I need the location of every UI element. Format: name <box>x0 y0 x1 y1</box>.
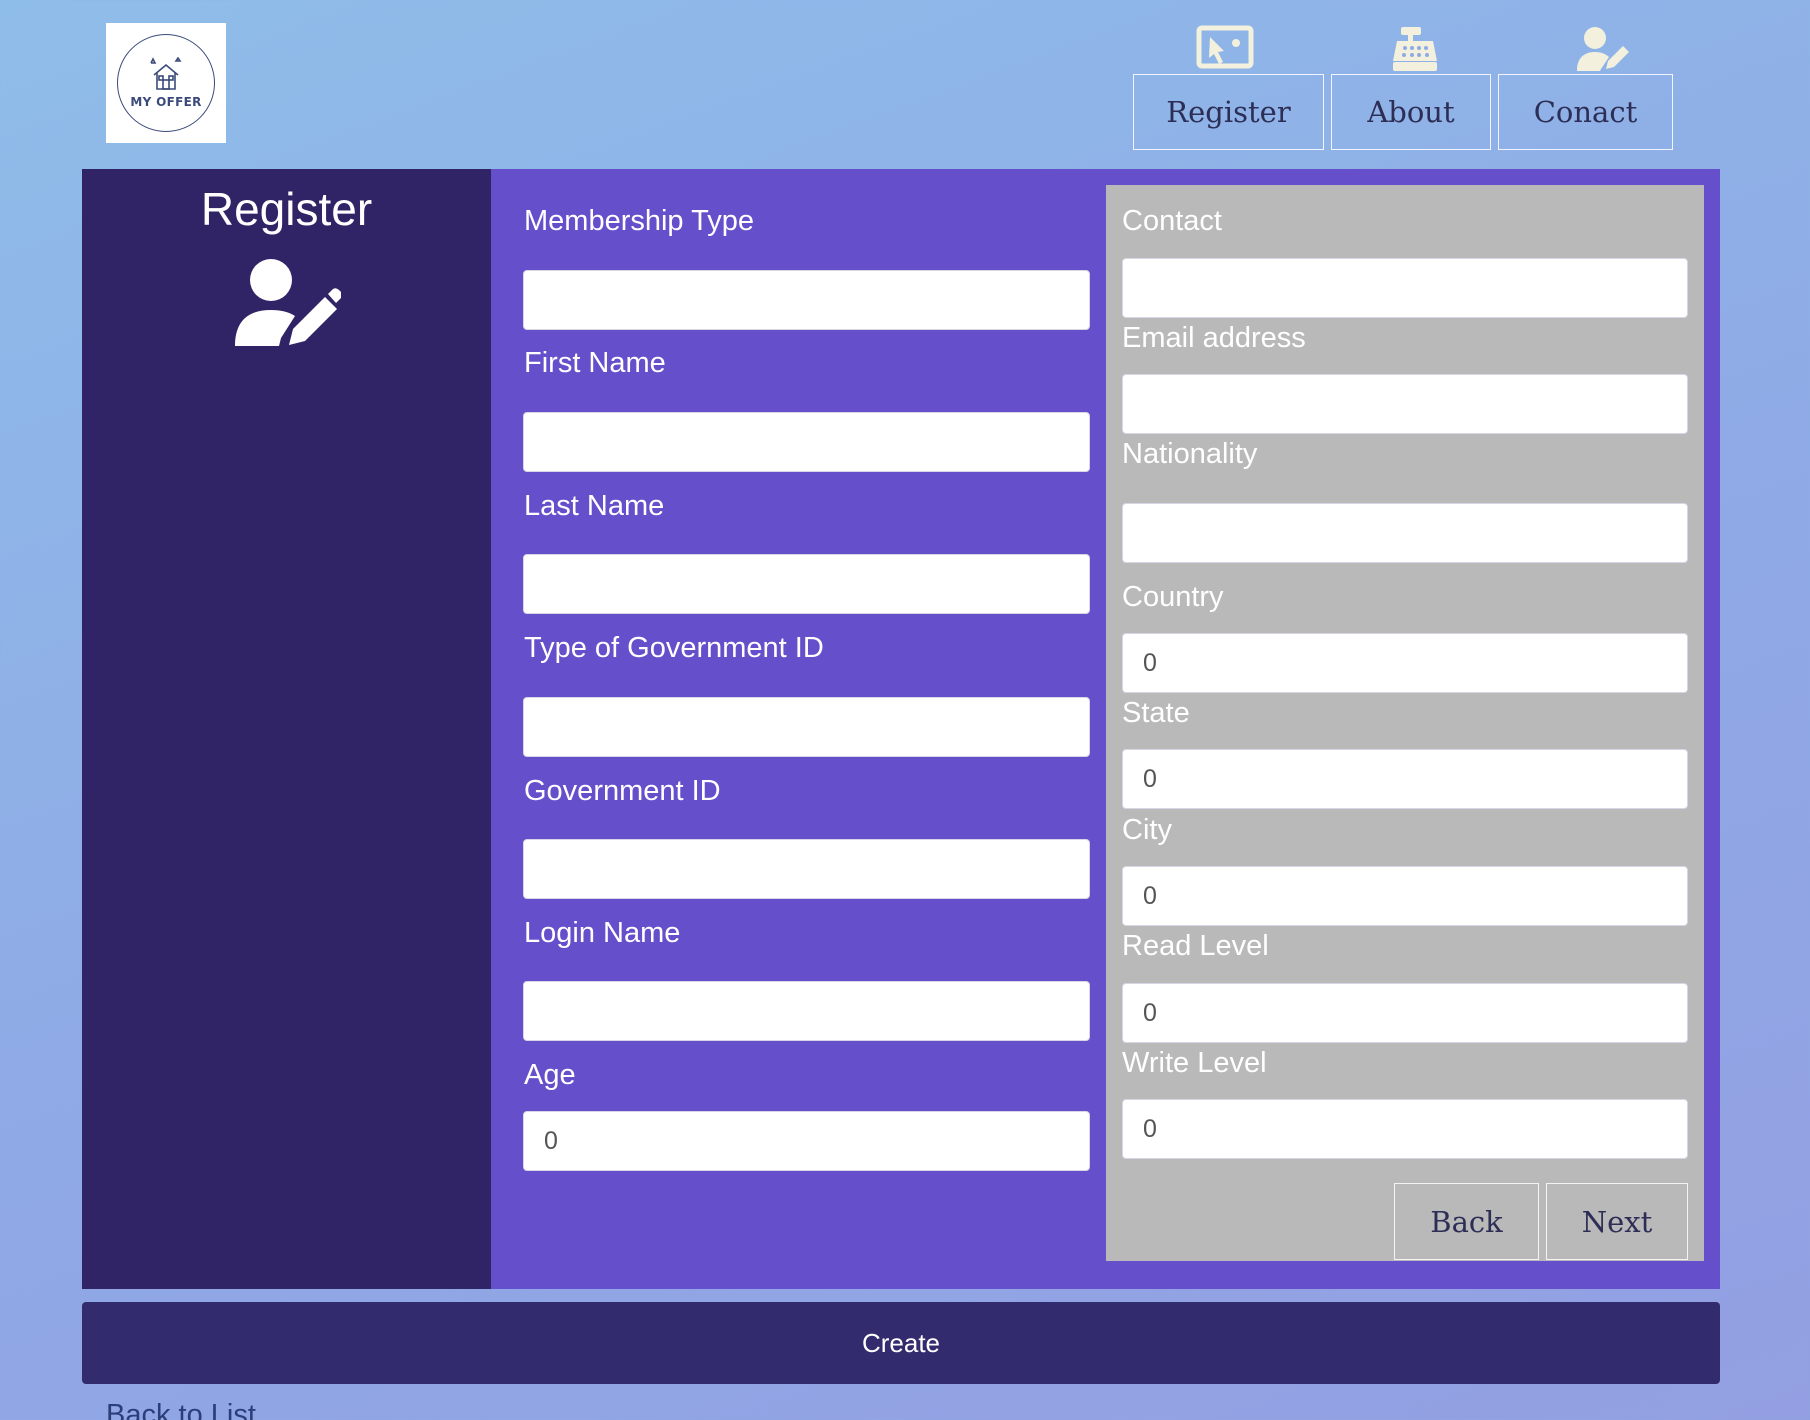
create-button[interactable]: Create <box>82 1302 1720 1384</box>
country-label: Country <box>1122 581 1224 613</box>
nav-about-button[interactable]: About <box>1331 74 1491 150</box>
nav-register-button[interactable]: Register <box>1133 74 1324 150</box>
email-input[interactable] <box>1122 374 1688 434</box>
country-input[interactable] <box>1122 633 1688 693</box>
back-button[interactable]: Back <box>1394 1183 1539 1260</box>
logo-text: MY OFFER <box>130 95 202 109</box>
page-title: Register <box>200 183 373 235</box>
contact-input[interactable] <box>1122 258 1688 318</box>
state-input[interactable] <box>1122 749 1688 809</box>
email-label: Email address <box>1122 322 1306 354</box>
age-label: Age <box>524 1059 576 1091</box>
government-id-type-label: Type of Government ID <box>524 632 824 664</box>
nav-contact-button[interactable]: Conact <box>1498 74 1673 150</box>
last-name-input[interactable] <box>523 554 1090 614</box>
age-input[interactable] <box>523 1111 1090 1171</box>
city-label: City <box>1122 814 1172 846</box>
read-level-input[interactable] <box>1122 983 1688 1043</box>
city-input[interactable] <box>1122 866 1688 926</box>
cash-register-icon <box>1390 25 1440 75</box>
next-button[interactable]: Next <box>1546 1183 1688 1260</box>
user-edit-icon <box>1573 25 1633 75</box>
membership-type-input[interactable] <box>523 270 1090 330</box>
membership-type-label: Membership Type <box>524 205 754 237</box>
back-to-list-link[interactable]: Back to List <box>106 1399 256 1420</box>
write-level-input[interactable] <box>1122 1099 1688 1159</box>
read-level-label: Read Level <box>1122 930 1269 962</box>
last-name-label: Last Name <box>524 490 665 522</box>
house-icon <box>150 57 182 90</box>
contact-label: Contact <box>1122 205 1222 237</box>
logo[interactable]: MY OFFER <box>106 23 226 143</box>
nationality-label: Nationality <box>1122 438 1258 470</box>
government-id-input[interactable] <box>523 839 1090 899</box>
write-level-label: Write Level <box>1122 1047 1267 1079</box>
logo-badge: MY OFFER <box>117 34 215 132</box>
first-name-input[interactable] <box>523 412 1090 472</box>
login-name-label: Login Name <box>524 917 681 949</box>
monitor-pointer-icon <box>1195 25 1255 75</box>
government-id-label: Government ID <box>524 775 721 807</box>
government-id-type-input[interactable] <box>523 697 1090 757</box>
login-name-input[interactable] <box>523 981 1090 1041</box>
user-edit-icon <box>233 258 342 353</box>
nationality-input[interactable] <box>1122 503 1688 563</box>
state-label: State <box>1122 697 1190 729</box>
first-name-label: First Name <box>524 347 666 379</box>
